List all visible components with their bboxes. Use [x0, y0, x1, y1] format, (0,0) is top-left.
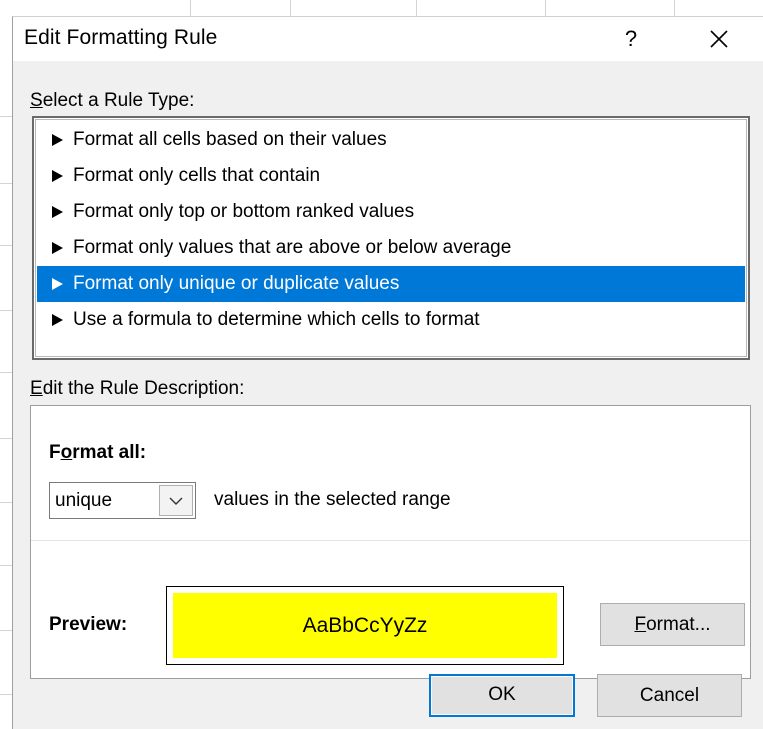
rule-type-item[interactable]: Format only cells that contain: [37, 158, 745, 194]
cancel-button[interactable]: Cancel: [597, 674, 742, 717]
triangle-right-icon: [52, 206, 63, 218]
grid-line: [0, 438, 12, 439]
grid-line: [0, 372, 12, 373]
rule-type-item-label: Format only values that are above or bel…: [73, 237, 512, 258]
rule-description-panel: Format all: unique values in the selecte…: [30, 405, 751, 679]
triangle-right-icon: [52, 278, 63, 290]
rule-type-item[interactable]: Format all cells based on their values: [37, 122, 745, 158]
rule-description-accesskey: E: [30, 378, 43, 399]
format-all-label: Format all:: [49, 442, 146, 464]
grid-line: [0, 245, 12, 246]
rule-type-list[interactable]: Format all cells based on their values F…: [32, 116, 750, 360]
chevron-down-icon: [169, 497, 183, 505]
rule-description-label-text: dit the Rule Description:: [42, 378, 245, 399]
triangle-right-icon: [52, 134, 63, 146]
rule-type-accesskey: S: [30, 90, 43, 111]
title-bar: Edit Formatting Rule ?: [13, 17, 763, 61]
dropdown-button[interactable]: [159, 485, 193, 516]
grid-line: [0, 502, 12, 503]
rule-type-item[interactable]: Format only values that are above or bel…: [37, 230, 745, 266]
format-all-accesskey: o: [60, 442, 73, 463]
edit-formatting-rule-dialog: Edit Formatting Rule ? Select a Rule Typ…: [12, 16, 763, 729]
close-button[interactable]: [693, 19, 745, 59]
ok-button[interactable]: OK: [429, 674, 575, 717]
rule-type-item-label: Format all cells based on their values: [73, 129, 387, 150]
divider: [31, 540, 750, 541]
rule-type-item[interactable]: Format only top or bottom ranked values: [37, 194, 745, 230]
close-icon: [710, 30, 728, 48]
rule-type-label: Select a Rule Type:: [30, 90, 194, 112]
help-button[interactable]: ?: [609, 19, 653, 59]
preview-sample: AaBbCcYyZz: [173, 593, 557, 658]
grid-line: [0, 565, 12, 566]
format-button-label: ormat...: [646, 614, 711, 635]
format-all-label-end: rmat all:: [72, 442, 147, 463]
format-button-accesskey: F: [634, 614, 647, 635]
preview-box: AaBbCcYyZz: [166, 586, 564, 665]
unique-duplicate-select[interactable]: unique: [49, 482, 196, 519]
rule-type-item-label: Format only top or bottom ranked values: [73, 201, 415, 222]
format-button[interactable]: Format...: [600, 603, 745, 646]
rule-type-label-text: elect a Rule Type:: [42, 90, 195, 111]
grid-line: [0, 694, 12, 695]
triangle-right-icon: [52, 314, 63, 326]
grid-line: [0, 116, 12, 117]
grid-line: [0, 310, 12, 311]
triangle-right-icon: [52, 170, 63, 182]
preview-label: Preview:: [49, 614, 128, 635]
rule-type-item[interactable]: Use a formula to determine which cells t…: [37, 302, 745, 338]
rule-type-item-label: Format only cells that contain: [73, 165, 321, 186]
rule-type-item-label: Use a formula to determine which cells t…: [73, 309, 480, 330]
select-value: unique: [55, 490, 113, 511]
rule-description-label: Edit the Rule Description:: [30, 378, 244, 400]
grid-line: [0, 183, 12, 184]
range-suffix-text: values in the selected range: [214, 489, 451, 510]
dialog-title: Edit Formatting Rule: [24, 26, 218, 49]
triangle-right-icon: [52, 242, 63, 254]
rule-type-item-selected[interactable]: Format only unique or duplicate values: [37, 266, 745, 302]
grid-line: [0, 630, 12, 631]
rule-type-item-label: Format only unique or duplicate values: [73, 273, 400, 294]
format-all-label-start: F: [49, 442, 61, 463]
